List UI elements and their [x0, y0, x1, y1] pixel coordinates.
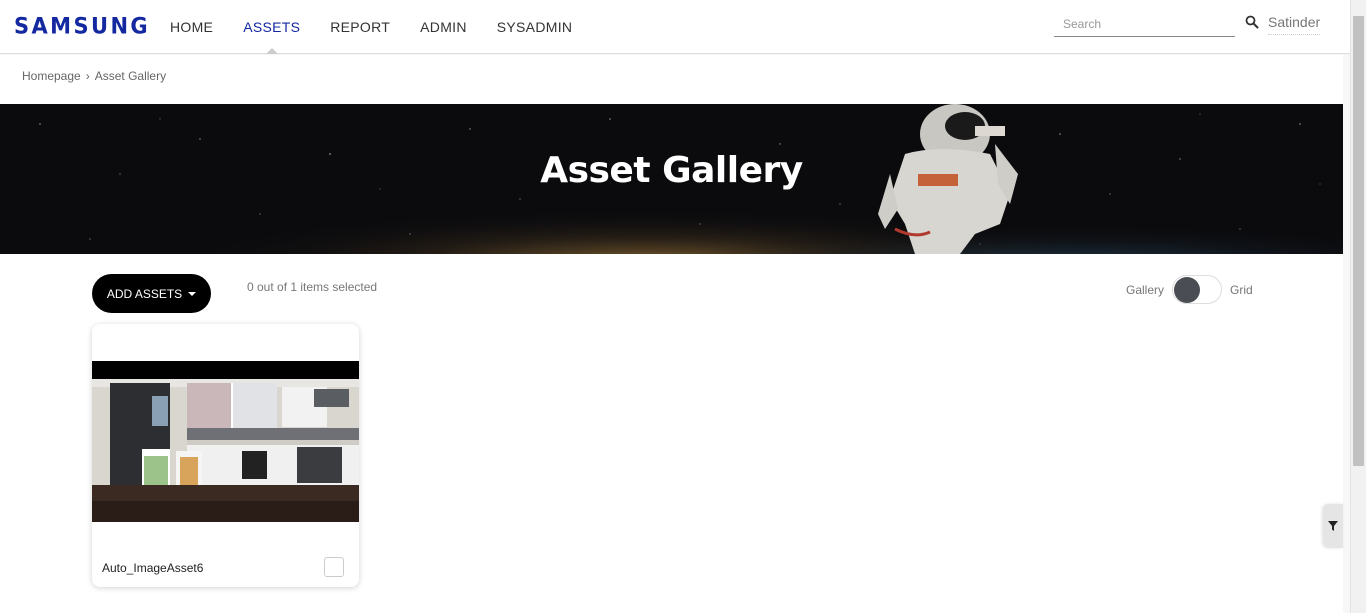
hero-banner: Asset Gallery	[0, 104, 1343, 254]
scrollbar-thumb[interactable]	[1353, 16, 1364, 466]
toggle-label-grid: Grid	[1230, 282, 1253, 297]
nav-admin[interactable]: ADMIN	[420, 0, 467, 54]
toggle-knob	[1174, 277, 1201, 303]
nav-home[interactable]: HOME	[170, 0, 213, 54]
search-icon[interactable]	[1245, 15, 1259, 29]
breadcrumb-current: Asset Gallery	[94, 69, 167, 83]
add-assets-label: ADD ASSETS	[106, 286, 183, 301]
asset-card[interactable]: Auto_ImageAsset6	[92, 324, 359, 587]
search-box	[1054, 11, 1235, 37]
page-title: Asset Gallery	[540, 150, 803, 191]
page-scrollbar[interactable]	[1350, 0, 1366, 613]
asset-thumbnail-kitchen[interactable]	[92, 361, 359, 522]
filter-icon	[1328, 521, 1338, 531]
view-toggle-switch[interactable]	[1172, 275, 1223, 304]
breadcrumb-bar	[0, 55, 1343, 104]
selection-count: 0 out of 1 items selected	[247, 280, 378, 294]
samsung-logo[interactable]: SAMSUNG	[14, 13, 150, 38]
breadcrumb-homepage[interactable]: Homepage	[22, 69, 81, 83]
breadcrumb-separator: ›	[85, 69, 90, 83]
filter-toggle[interactable]	[1323, 504, 1343, 548]
view-toggle: Gallery Grid	[1126, 275, 1253, 304]
nav-sysadmin[interactable]: SYSADMIN	[497, 0, 573, 54]
breadcrumb: Homepage › Asset Gallery	[22, 69, 166, 83]
asset-name: Auto_ImageAsset6	[102, 561, 204, 575]
add-assets-button[interactable]: ADD ASSETS	[92, 274, 211, 313]
nav-report[interactable]: REPORT	[330, 0, 390, 54]
toggle-label-gallery: Gallery	[1126, 282, 1165, 297]
search-input[interactable]	[1054, 11, 1235, 36]
top-header: SAMSUNG HOME ASSETS REPORT ADMIN SYSADMI…	[0, 0, 1350, 54]
nav-assets[interactable]: ASSETS	[243, 0, 300, 54]
caret-down-icon	[188, 291, 197, 296]
user-menu[interactable]: Satinder	[1268, 14, 1321, 35]
main-nav: HOME ASSETS REPORT ADMIN SYSADMIN	[170, 0, 602, 54]
asset-select-checkbox[interactable]	[324, 557, 344, 577]
